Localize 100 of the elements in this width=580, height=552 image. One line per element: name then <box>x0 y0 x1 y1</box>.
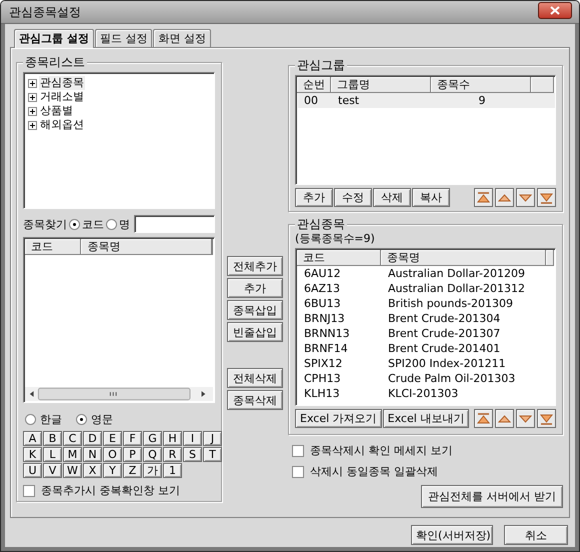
group-button[interactable]: 추가 <box>295 188 333 207</box>
tab[interactable]: 관심그룹 설정 <box>14 29 94 48</box>
list-row[interactable]: 00 test 9 <box>298 93 555 108</box>
table-cell-text: BRNN13 <box>303 326 351 341</box>
column-header[interactable]: 코드 <box>297 250 381 266</box>
table-cell-text: KLH13 <box>303 386 341 401</box>
checkbox-label[interactable]: 삭제시 동일종목 일괄삭제 <box>310 464 438 479</box>
window-title: 관심종목설정 <box>9 4 81 20</box>
letter-key[interactable]: H <box>163 431 182 446</box>
confirm-button[interactable]: 확인(서버저장) <box>411 525 493 545</box>
move-up-icon[interactable] <box>495 188 514 207</box>
letter-key[interactable]: Y <box>103 463 122 478</box>
letter-key[interactable]: P <box>123 447 142 462</box>
checkbox[interactable] <box>292 444 304 456</box>
search-field[interactable] <box>134 215 215 233</box>
excel-button[interactable]: Excel 가져오기 <box>295 409 382 428</box>
checkbox-label[interactable]: 종목추가시 중복확인창 보기 <box>41 483 180 498</box>
move-top-icon[interactable] <box>474 409 493 428</box>
expand-icon[interactable] <box>28 106 37 116</box>
letter-key[interactable]: K <box>23 447 42 462</box>
letter-key[interactable]: V <box>43 463 62 478</box>
table-cell-text: SPI200 Index-201211 <box>387 356 507 371</box>
transfer-button[interactable]: 전체추가 <box>227 256 283 276</box>
move-down-icon[interactable] <box>516 188 535 207</box>
letter-key[interactable]: O <box>103 447 122 462</box>
transfer-button[interactable]: 종목삭제 <box>227 390 283 410</box>
letter-key[interactable]: F <box>123 431 142 446</box>
letter-key[interactable]: T <box>203 447 222 462</box>
tree-item[interactable]: 해외옵션 <box>39 118 85 132</box>
table-cell-text: 00 <box>303 93 319 108</box>
expand-icon[interactable] <box>28 120 37 130</box>
table-cell-text: Crude Palm Oil-201303 <box>387 371 516 386</box>
letter-key[interactable]: W <box>63 463 82 478</box>
column-header[interactable]: 코드 <box>25 239 82 255</box>
column-header[interactable]: 순번 <box>297 77 331 93</box>
transfer-button[interactable]: 추가 <box>227 278 283 298</box>
letter-key[interactable]: Q <box>143 447 162 462</box>
transfer-button[interactable]: 전체삭제 <box>227 368 283 388</box>
excel-button[interactable]: Excel 내보내기 <box>382 409 470 428</box>
letter-key[interactable]: 가 <box>143 463 162 478</box>
letter-key[interactable]: 1 <box>163 463 182 478</box>
letter-key[interactable]: U <box>23 463 42 478</box>
close-button[interactable] <box>538 2 572 19</box>
radio-button[interactable] <box>69 218 80 230</box>
letter-key[interactable]: S <box>183 447 202 462</box>
letter-key[interactable]: N <box>83 447 102 462</box>
transfer-button[interactable]: 종목삽입 <box>227 300 283 320</box>
radio-label[interactable]: 한글 <box>40 412 62 427</box>
search-label: 종목찾기 <box>23 216 67 232</box>
server-download-button[interactable]: 관심전체를 서버에서 받기 <box>421 485 563 508</box>
letter-key[interactable]: I <box>183 431 202 446</box>
letter-key[interactable]: D <box>83 431 102 446</box>
tree-item[interactable]: 거래소별 <box>39 90 85 104</box>
checkbox[interactable] <box>292 466 304 478</box>
radio-label[interactable]: 명 <box>119 216 130 232</box>
group-title: 관심종목 <box>295 217 347 231</box>
letter-key[interactable]: R <box>163 447 182 462</box>
table-cell-text: KLCI-201303 <box>387 386 460 401</box>
cancel-button[interactable]: 취소 <box>504 525 568 545</box>
letter-key[interactable]: C <box>63 431 82 446</box>
expand-icon[interactable] <box>28 78 37 88</box>
group-button[interactable]: 복사 <box>412 188 450 207</box>
table-cell-text: BRNJ13 <box>303 311 346 326</box>
letter-key[interactable]: Z <box>123 463 142 478</box>
tree-item[interactable]: 상품별 <box>39 104 74 118</box>
radio-button[interactable] <box>25 414 36 425</box>
letter-key[interactable]: A <box>23 431 42 446</box>
radio-button[interactable] <box>106 218 117 230</box>
checkbox-label[interactable]: 종목삭제시 확인 메세지 보기 <box>310 443 452 458</box>
letter-key[interactable]: X <box>83 463 102 478</box>
radio-label[interactable]: 영문 <box>91 412 113 427</box>
column-header[interactable]: 종목명 <box>381 250 546 266</box>
move-bottom-icon[interactable] <box>537 188 556 207</box>
column-header[interactable]: 종목명 <box>81 239 212 255</box>
table-cell-text: 6AZ13 <box>303 281 342 296</box>
letter-key[interactable]: B <box>43 431 62 446</box>
transfer-button[interactable]: 빈줄삽입 <box>227 322 283 342</box>
radio-label[interactable]: 코드 <box>82 216 104 232</box>
letter-key[interactable]: J <box>203 431 222 446</box>
column-header[interactable]: 그룹명 <box>331 77 431 93</box>
tab[interactable]: 필드 설정 <box>94 29 152 47</box>
tab[interactable]: 화면 설정 <box>153 29 211 47</box>
close-icon <box>550 6 560 15</box>
checkbox[interactable] <box>23 484 35 496</box>
table-cell-text: BRNF14 <box>303 341 349 356</box>
group-button[interactable]: 삭제 <box>373 188 411 207</box>
column-header[interactable]: 종목수 <box>431 77 531 93</box>
tree-item[interactable]: 관심종목 <box>39 76 85 90</box>
letter-key[interactable]: M <box>63 447 82 462</box>
radio-button[interactable] <box>76 414 87 425</box>
expand-icon[interactable] <box>28 92 37 102</box>
move-bottom-icon[interactable] <box>537 409 556 428</box>
group-button[interactable]: 수정 <box>334 188 372 207</box>
move-down-icon[interactable] <box>516 409 535 428</box>
move-up-icon[interactable] <box>495 409 514 428</box>
letter-key[interactable]: G <box>143 431 162 446</box>
horizontal-scrollbar[interactable] <box>25 387 213 401</box>
letter-key[interactable]: E <box>103 431 122 446</box>
move-top-icon[interactable] <box>474 188 493 207</box>
letter-key[interactable]: L <box>43 447 62 462</box>
